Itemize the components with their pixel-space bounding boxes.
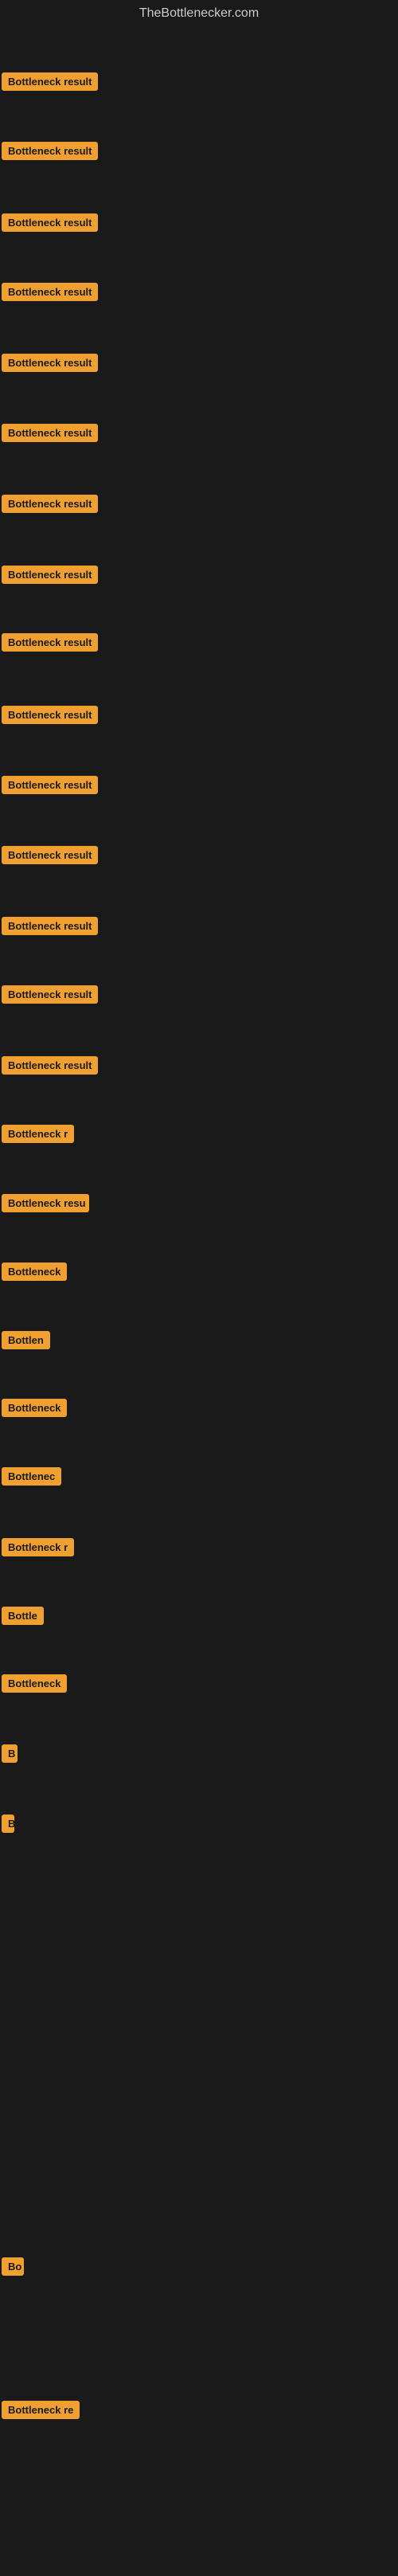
bottleneck-badge: Bottleneck result <box>2 633 98 652</box>
bottleneck-item: Bottleneck result <box>2 1056 98 1079</box>
bottleneck-badge: Bottleneck result <box>2 706 98 724</box>
bottleneck-badge: Bottleneck result <box>2 72 98 91</box>
bottleneck-badge: Bottleneck re <box>2 2401 80 2419</box>
bottleneck-item: B <box>2 1744 18 1767</box>
bottleneck-item: Bottleneck r <box>2 1125 74 1147</box>
bottleneck-item: Bottleneck result <box>2 846 98 868</box>
bottleneck-item: Bo <box>2 2257 24 2280</box>
bottleneck-item: Bottleneck result <box>2 72 98 95</box>
bottleneck-badge: Bottleneck <box>2 1674 67 1693</box>
bottleneck-item: Bottleneck result <box>2 142 98 164</box>
bottleneck-item: Bottle <box>2 1607 44 1629</box>
bottleneck-badge: Bottlenec <box>2 1467 61 1486</box>
bottleneck-item: Bottleneck re <box>2 2401 80 2423</box>
bottleneck-item: Bottleneck result <box>2 213 98 236</box>
bottleneck-badge: Bottleneck result <box>2 566 98 584</box>
bottleneck-item: Bottleneck result <box>2 917 98 939</box>
bottleneck-item: Bottleneck result <box>2 776 98 798</box>
bottleneck-badge: Bottleneck result <box>2 354 98 372</box>
bottleneck-badge: Bottleneck result <box>2 283 98 301</box>
bottleneck-badge: B <box>2 1815 14 1833</box>
bottleneck-item: Bottleneck <box>2 1399 67 1421</box>
bottleneck-item: Bottleneck result <box>2 706 98 728</box>
bottleneck-item: Bottleneck result <box>2 424 98 446</box>
bottleneck-badge: Bottleneck result <box>2 495 98 513</box>
bottleneck-item: Bottleneck result <box>2 566 98 588</box>
bottleneck-item: Bottleneck result <box>2 283 98 305</box>
bottleneck-badge: Bottleneck result <box>2 142 98 160</box>
bottleneck-badge: Bottleneck <box>2 1263 67 1281</box>
bottleneck-item: Bottleneck r <box>2 1538 74 1560</box>
site-title: TheBottlenecker.com <box>0 0 398 27</box>
bottleneck-badge: Bottleneck result <box>2 846 98 864</box>
bottleneck-badge: Bottleneck result <box>2 213 98 232</box>
bottleneck-item: Bottleneck <box>2 1263 67 1285</box>
bottleneck-badge: Bottleneck result <box>2 1056 98 1075</box>
bottleneck-item: Bottleneck result <box>2 495 98 517</box>
bottleneck-badge: Bottleneck r <box>2 1538 74 1556</box>
bottleneck-item: Bottleneck <box>2 1674 67 1697</box>
bottleneck-badge: Bottleneck result <box>2 776 98 794</box>
bottleneck-item: Bottleneck result <box>2 354 98 376</box>
bottleneck-item: Bottlen <box>2 1331 50 1353</box>
bottleneck-badge: Bottleneck result <box>2 424 98 442</box>
bottleneck-badge: Bottle <box>2 1607 44 1625</box>
bottleneck-badge: Bottleneck <box>2 1399 67 1417</box>
bottleneck-badge: Bottleneck r <box>2 1125 74 1143</box>
bottleneck-badge: B <box>2 1744 18 1763</box>
bottleneck-badge: Bottlen <box>2 1331 50 1349</box>
bottleneck-item: Bottlenec <box>2 1467 61 1490</box>
bottleneck-item: B <box>2 1815 14 1837</box>
bottleneck-item: Bottleneck result <box>2 633 98 656</box>
bottleneck-badge: Bottleneck result <box>2 917 98 935</box>
bottleneck-badge: Bo <box>2 2257 24 2276</box>
bottleneck-item: Bottleneck result <box>2 985 98 1008</box>
bottleneck-badge: Bottleneck result <box>2 985 98 1004</box>
bottleneck-item: Bottleneck resu <box>2 1194 89 1216</box>
bottleneck-badge: Bottleneck resu <box>2 1194 89 1212</box>
